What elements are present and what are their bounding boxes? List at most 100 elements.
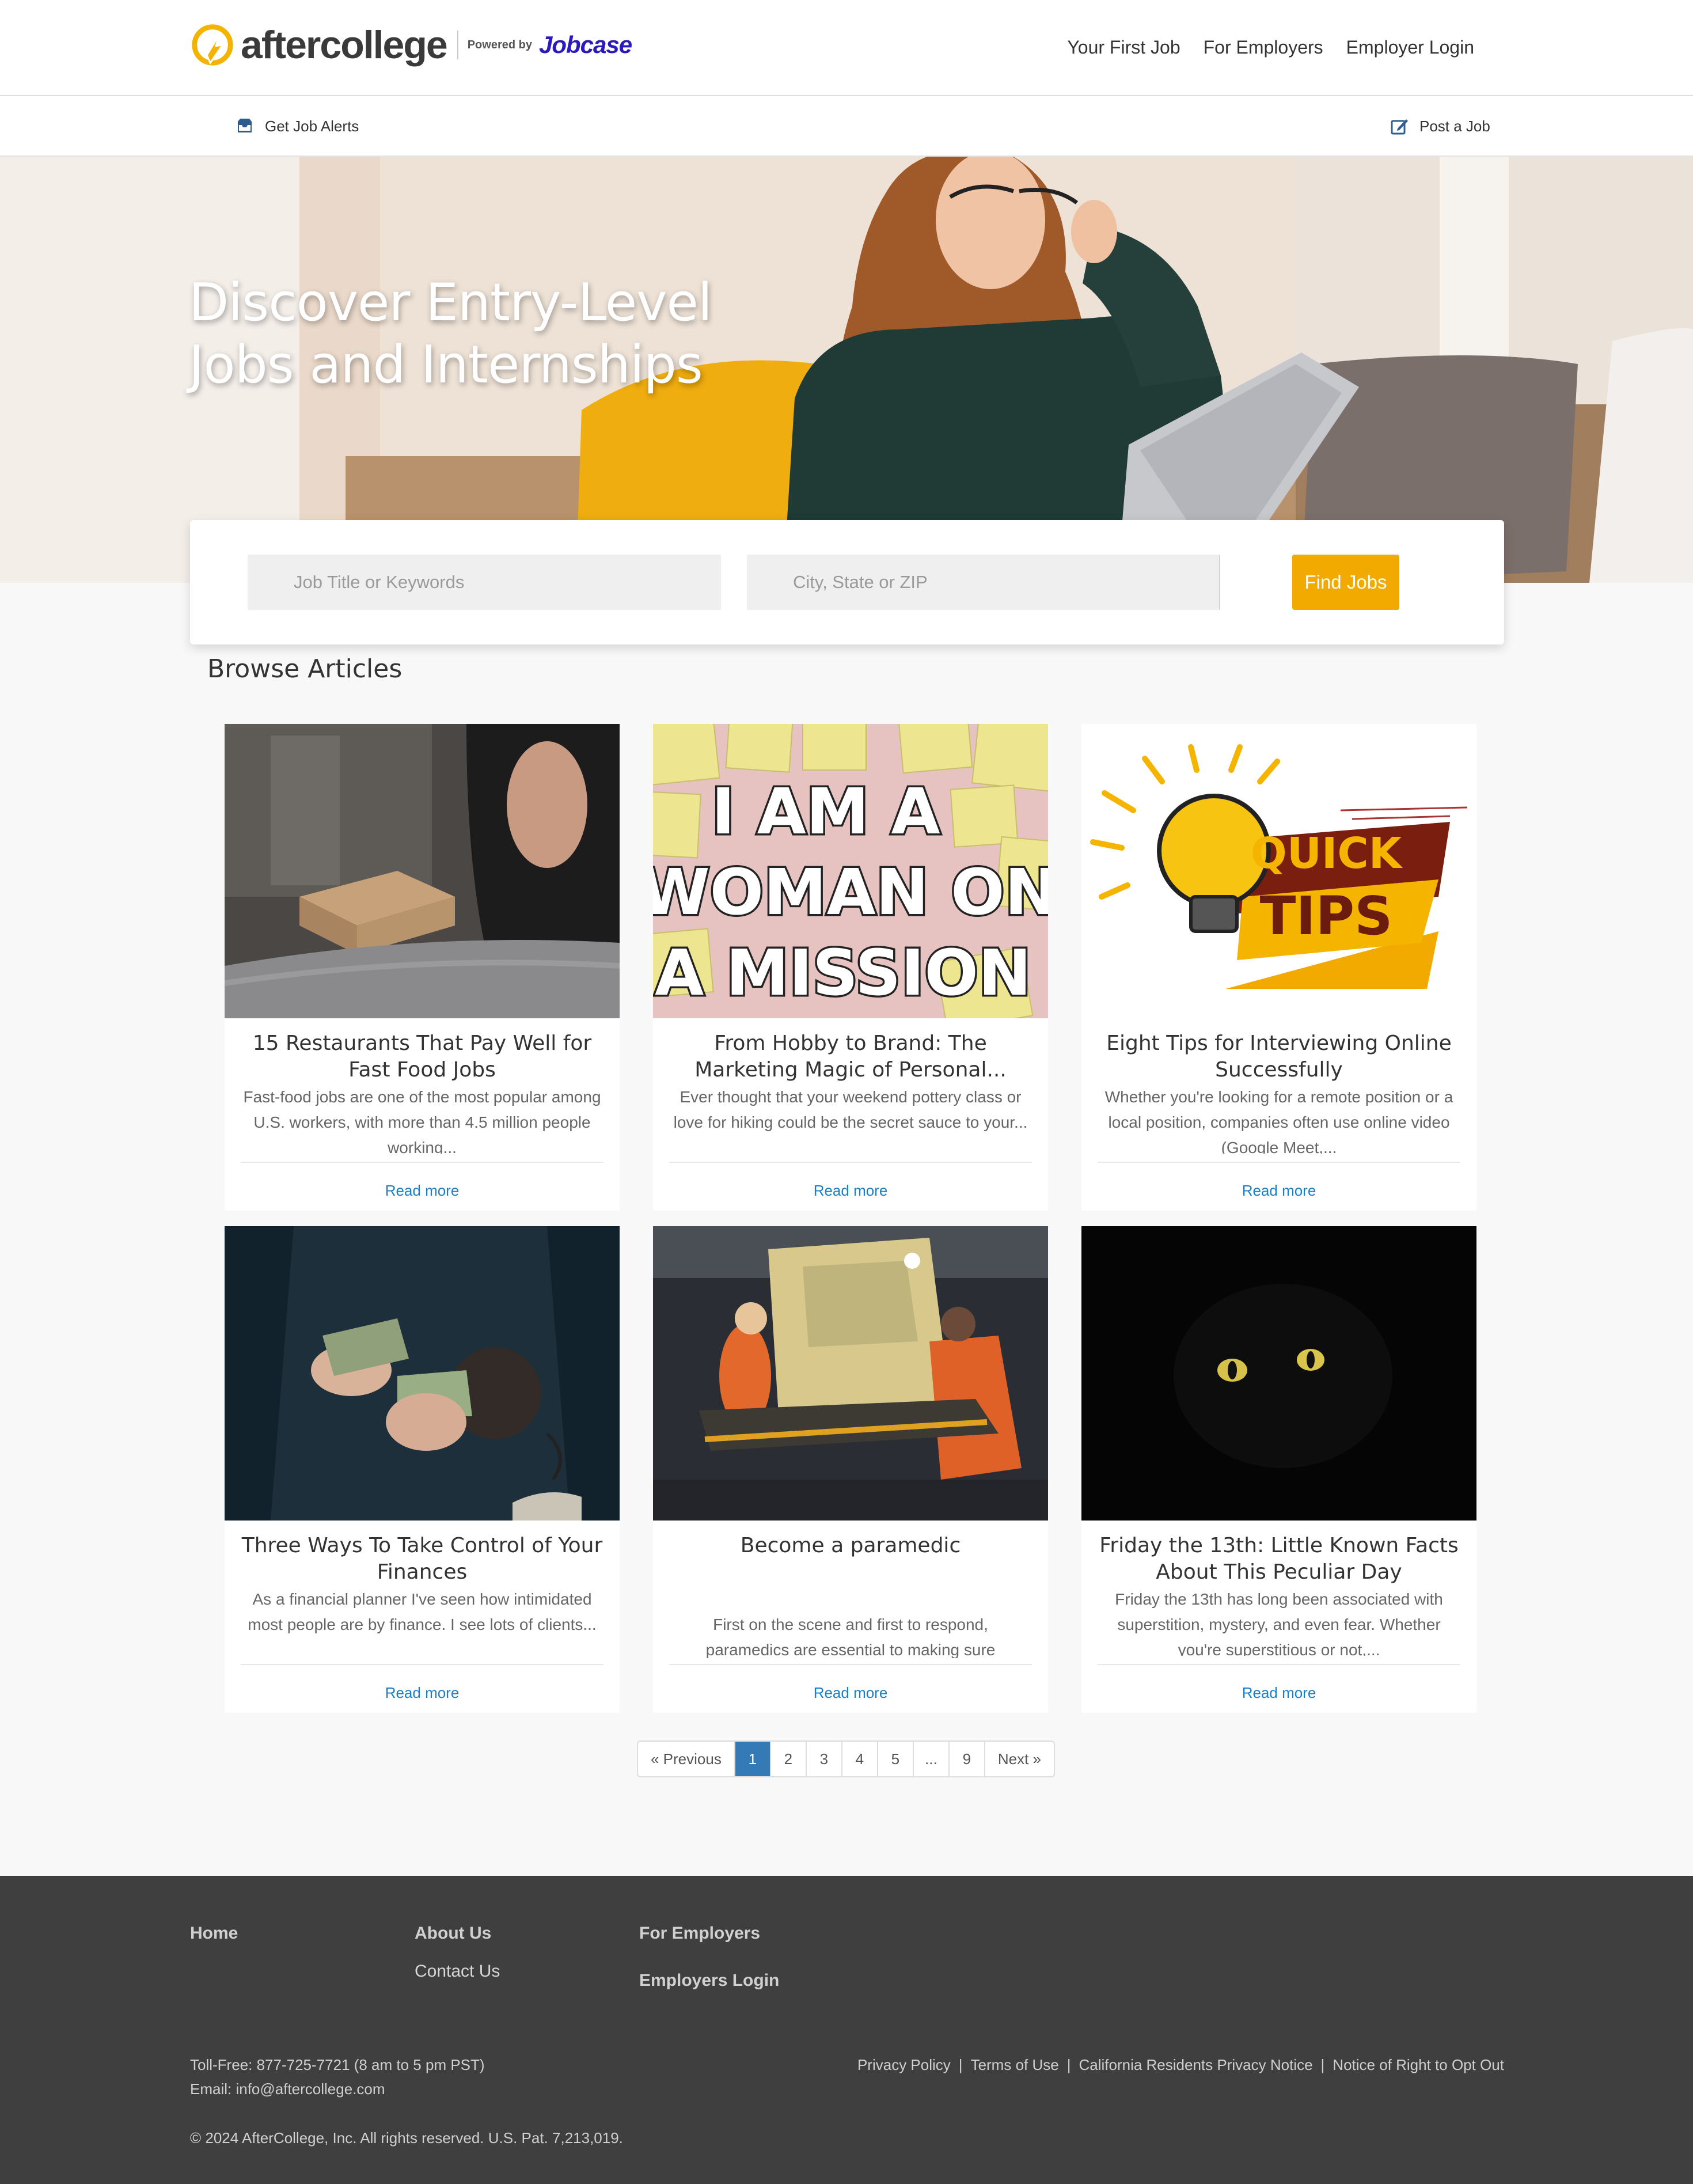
article-card[interactable]: Become a paramedic First on the scene an… <box>653 1226 1048 1713</box>
read-more-link[interactable]: Read more <box>1081 1681 1476 1704</box>
pagination-page-5[interactable]: 5 <box>878 1742 914 1776</box>
article-card[interactable]: QUICK TIPS Eight Tips for Interviewing O… <box>1081 724 1476 1211</box>
article-excerpt: First on the scene and first to respond,… <box>705 1616 996 1658</box>
article-title[interactable]: From Hobby to Brand: The Marketing Magic… <box>665 1030 1037 1083</box>
footer-legal-links: Privacy Policy | Terms of Use | Californ… <box>857 2053 1504 2077</box>
counting-cash-image <box>225 1226 620 1521</box>
inbox-icon <box>238 119 252 132</box>
footer-column-3: For Employers Employers Login <box>639 1922 779 2007</box>
card-divider <box>669 1162 1032 1163</box>
article-excerpt: As a financial planner I've seen how int… <box>248 1590 597 1633</box>
article-image-quick-tips[interactable]: QUICK TIPS <box>1081 724 1476 1018</box>
paramedics-ambulance-image <box>653 1226 1048 1521</box>
article-title[interactable]: 15 Restaurants That Pay Well for Fast Fo… <box>236 1030 608 1083</box>
terms-of-use-link[interactable]: Terms of Use <box>971 2053 1059 2077</box>
legal-separator: | <box>958 2056 963 2073</box>
article-title[interactable]: Three Ways To Take Control of Your Finan… <box>236 1533 608 1586</box>
opt-out-notice-link[interactable]: Notice of Right to Opt Out <box>1333 2053 1504 2077</box>
article-excerpt: Fast-food jobs are one of the most popul… <box>243 1088 601 1154</box>
article-title[interactable]: Friday the 13th: Little Known Facts Abou… <box>1093 1533 1465 1586</box>
footer-column-2: About Us Contact Us <box>415 1922 500 1998</box>
read-more-link[interactable]: Read more <box>225 1681 620 1704</box>
card-divider <box>1098 1664 1460 1665</box>
nav-for-employers[interactable]: For Employers <box>1204 35 1323 60</box>
footer-link-employers-login[interactable]: Employers Login <box>639 1969 779 1992</box>
card-divider <box>669 1664 1032 1665</box>
footer-tollfree: Toll-Free: 877-725-7721 (8 am to 5 pm PS… <box>190 2056 485 2073</box>
article-card[interactable]: 15 Restaurants That Pay Well for Fast Fo… <box>225 724 620 1211</box>
read-more-link[interactable]: Read more <box>225 1179 620 1202</box>
article-title[interactable]: Eight Tips for Interviewing Online Succe… <box>1093 1030 1465 1083</box>
keywords-input[interactable] <box>248 555 721 610</box>
top-navigation-bar: aftercollege Powered by Jobcase Your Fir… <box>0 0 1693 96</box>
main-nav: Your First Job For Employers Employer Lo… <box>1067 35 1474 60</box>
article-image-food-delivery[interactable] <box>225 724 620 1018</box>
footer-link-contact-us[interactable]: Contact Us <box>415 1960 500 1983</box>
footer-contact: Toll-Free: 877-725-7721 (8 am to 5 pm PS… <box>190 2053 485 2101</box>
article-excerpt: Friday the 13th has long been associated… <box>1115 1590 1443 1656</box>
get-job-alerts-link[interactable]: Get Job Alerts <box>235 113 359 139</box>
browse-articles-heading: Browse Articles <box>207 654 403 684</box>
privacy-policy-link[interactable]: Privacy Policy <box>857 2053 951 2077</box>
article-excerpt: Whether you're looking for a remote posi… <box>1104 1088 1453 1154</box>
pagination-page-2[interactable]: 2 <box>771 1742 807 1776</box>
footer-link-for-employers[interactable]: For Employers <box>639 1922 779 1945</box>
black-cat-image <box>1081 1226 1476 1521</box>
job-search-panel: Find Jobs <box>190 520 1504 644</box>
post-a-job-link[interactable]: Post a Job <box>1390 113 1490 139</box>
get-job-alerts-label: Get Job Alerts <box>265 117 359 135</box>
pagination-page-1[interactable]: 1 <box>735 1742 771 1776</box>
logo-divider <box>457 31 458 59</box>
pagination-page-9[interactable]: 9 <box>950 1742 985 1776</box>
article-image-paramedics[interactable] <box>653 1226 1048 1521</box>
footer-column-1: Home <box>190 1922 238 1960</box>
footer-email[interactable]: Email: info@aftercollege.com <box>190 2077 485 2101</box>
location-input[interactable] <box>747 555 1220 610</box>
pagination-previous[interactable]: « Previous <box>638 1742 735 1776</box>
site-footer: Home About Us Contact Us For Employers E… <box>0 1876 1693 2184</box>
footer-copyright: © 2024 AfterCollege, Inc. All rights res… <box>190 2129 623 2147</box>
article-title[interactable]: Become a paramedic <box>665 1533 1037 1559</box>
article-image-black-cat[interactable] <box>1081 1226 1476 1521</box>
card-divider <box>1098 1162 1460 1163</box>
california-privacy-notice-link[interactable]: California Residents Privacy Notice <box>1079 2053 1312 2077</box>
aftercollege-logo-icon <box>192 24 233 66</box>
article-card[interactable]: Three Ways To Take Control of Your Finan… <box>225 1226 620 1713</box>
edit-icon <box>1391 119 1408 135</box>
pagination-ellipsis: ... <box>914 1742 950 1776</box>
footer-link-about-us[interactable]: About Us <box>415 1922 500 1945</box>
nav-your-first-job[interactable]: Your First Job <box>1067 35 1180 60</box>
pagination-page-3[interactable]: 3 <box>807 1742 842 1776</box>
secondary-bar: Get Job Alerts Post a Job <box>0 96 1693 157</box>
legal-separator: | <box>1066 2056 1071 2073</box>
article-card[interactable]: Friday the 13th: Little Known Facts Abou… <box>1081 1226 1476 1713</box>
read-more-link[interactable]: Read more <box>1081 1179 1476 1202</box>
pagination: « Previous 1 2 3 4 5 ... 9 Next » <box>637 1741 1055 1777</box>
hero-banner: Discover Entry-Level Jobs and Internship… <box>0 157 1693 583</box>
image-text-tips: TIPS <box>1260 885 1393 947</box>
post-a-job-label: Post a Job <box>1419 117 1490 135</box>
quick-tips-lightbulb-image: QUICK TIPS <box>1081 724 1476 1018</box>
article-image-counting-cash[interactable] <box>225 1226 620 1521</box>
image-text-line-3: A MISSION <box>655 936 1031 1010</box>
image-text-line-1: I AM A <box>711 775 940 848</box>
pagination-next[interactable]: Next » <box>985 1742 1054 1776</box>
hero-title: Discover Entry-Level Jobs and Internship… <box>189 272 822 396</box>
read-more-link[interactable]: Read more <box>653 1179 1048 1202</box>
find-jobs-button[interactable]: Find Jobs <box>1292 555 1399 610</box>
jobcase-logo: Jobcase <box>538 31 632 58</box>
card-divider <box>241 1162 603 1163</box>
image-text-line-2: WOMAN ON <box>653 855 1048 929</box>
footer-link-home[interactable]: Home <box>190 1922 238 1945</box>
article-card[interactable]: I AM A WOMAN ON A MISSION From Hobby to … <box>653 724 1048 1211</box>
hero-title-line-2: Jobs and Internships <box>189 335 703 395</box>
article-image-woman-on-a-mission[interactable]: I AM A WOMAN ON A MISSION <box>653 724 1048 1018</box>
food-delivery-box-image <box>225 724 620 1018</box>
card-divider <box>241 1664 603 1665</box>
read-more-link[interactable]: Read more <box>653 1681 1048 1704</box>
nav-employer-login[interactable]: Employer Login <box>1346 35 1474 60</box>
hero-title-line-1: Discover Entry-Level <box>189 272 712 333</box>
woman-on-a-mission-image: I AM A WOMAN ON A MISSION <box>653 724 1048 1018</box>
pagination-page-4[interactable]: 4 <box>842 1742 878 1776</box>
aftercollege-logo[interactable]: aftercollege Powered by Jobcase <box>190 22 632 68</box>
